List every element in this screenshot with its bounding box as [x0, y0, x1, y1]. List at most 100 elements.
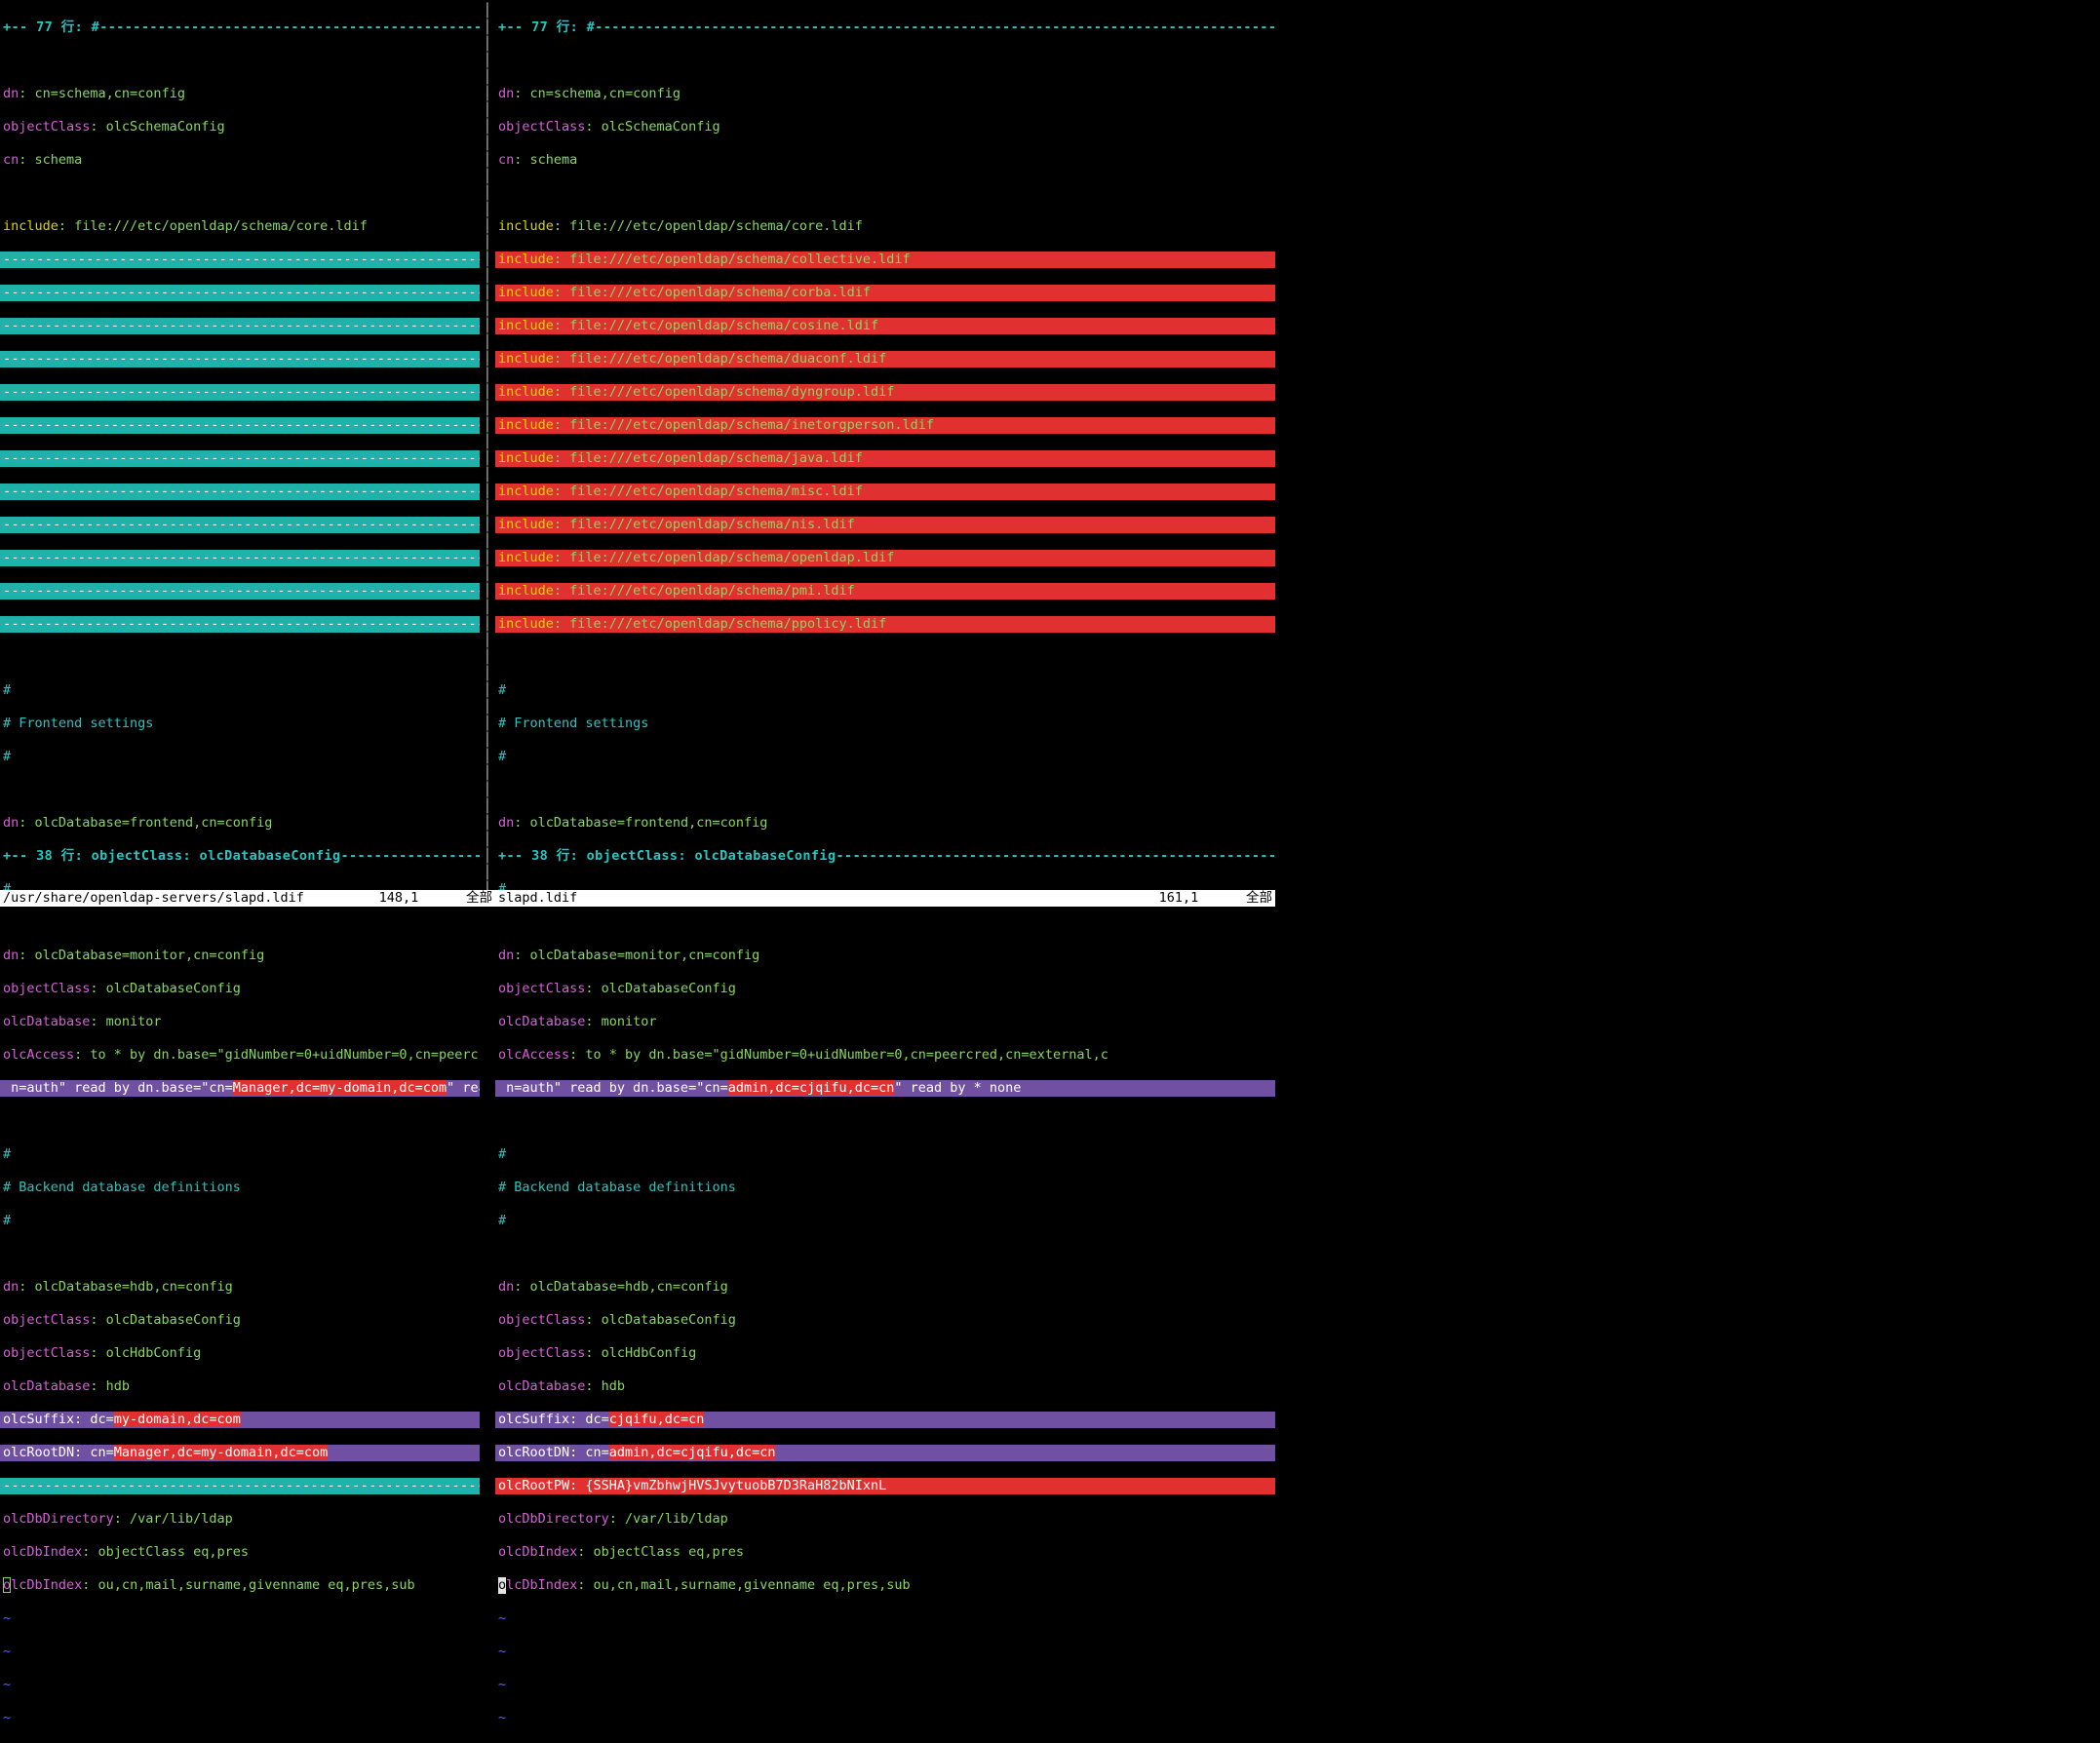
comment-line: #: [495, 749, 1275, 765]
status-line-left: /usr/share/openldap-servers/slapd.ldif 1…: [0, 890, 495, 907]
diff-added-line: include: file:///etc/openldap/schema/mis…: [495, 484, 1275, 500]
config-line: cn: schema: [0, 152, 480, 169]
comment-line: #: [0, 682, 480, 699]
config-line: olcAccess: to * by dn.base="gidNumber=0+…: [495, 1047, 1275, 1064]
diff-added-line: include: file:///etc/openldap/schema/pmi…: [495, 583, 1275, 600]
config-line: objectClass: olcHdbConfig: [495, 1345, 1275, 1362]
config-line: dn: cn=schema,cn=config: [0, 86, 480, 102]
comment-line: # Frontend settings: [495, 716, 1275, 732]
blank-line: [495, 1246, 1275, 1262]
config-line: olcDbDirectory: /var/lib/ldap: [0, 1511, 480, 1528]
eof-tilde: ~: [0, 1610, 480, 1627]
blank-line: [0, 649, 480, 666]
fold-header[interactable]: +-- 38 行: objectClass: olcDatabaseConfig…: [0, 848, 480, 865]
config-line: olcDbIndex: objectClass eq,pres: [495, 1544, 1275, 1561]
eof-tilde: ~: [0, 1644, 480, 1660]
eof-tilde: ~: [495, 1644, 1275, 1660]
eof-tilde: ~: [0, 1677, 480, 1693]
vertical-split-divider[interactable]: │ │ │ │ │ │ │ │ │ │ │ │ │ │ │ │ │ │ │ │ …: [480, 0, 495, 890]
config-line: olcDatabase: monitor: [495, 1014, 1275, 1030]
diff-added-line: include: file:///etc/openldap/schema/cor…: [495, 285, 1275, 301]
config-line: olcAccess: to * by dn.base="gidNumber=0+…: [0, 1047, 480, 1064]
comment-line: #: [0, 1213, 480, 1229]
diff-changed-line: olcRootDN: cn=Manager,dc=my-domain,dc=co…: [0, 1445, 480, 1461]
eof-tilde: ~: [495, 1677, 1275, 1693]
diff-added-line: include: file:///etc/openldap/schema/jav…: [495, 450, 1275, 467]
include-line: include: file:///etc/openldap/schema/cor…: [0, 218, 480, 235]
blank-line: [495, 914, 1275, 931]
scroll-pct-left: 全部: [466, 890, 492, 907]
config-line: dn: olcDatabase=monitor,cn=config: [0, 948, 480, 964]
diff-changed-line: olcSuffix: dc=cjqifu,dc=cn: [495, 1412, 1275, 1428]
blank-line: [0, 914, 480, 931]
status-line-right: slapd.ldif 161,1 全部: [495, 890, 1275, 907]
config-line: dn: olcDatabase=monitor,cn=config: [495, 948, 1275, 964]
diff-added-line: include: file:///etc/openldap/schema/dua…: [495, 351, 1275, 368]
comment-line: #: [0, 749, 480, 765]
config-line: olcDbIndex: ou,cn,mail,surname,givenname…: [0, 1577, 480, 1594]
blank-line: [0, 1246, 480, 1262]
comment-line: #: [0, 1146, 480, 1163]
config-line: objectClass: olcDatabaseConfig: [495, 1312, 1275, 1329]
diff-missing-line: ----------------------------------------…: [0, 583, 480, 600]
diff-added-line: include: file:///etc/openldap/schema/dyn…: [495, 384, 1275, 401]
diff-added-line: include: file:///etc/openldap/schema/cos…: [495, 318, 1275, 334]
diff-missing-line: ----------------------------------------…: [0, 417, 480, 434]
config-line: olcDbDirectory: /var/lib/ldap: [495, 1511, 1275, 1528]
comment-line: #: [495, 1213, 1275, 1229]
cursor-position-right: 161,1: [1159, 890, 1199, 907]
config-line: dn: olcDatabase=hdb,cn=config: [495, 1279, 1275, 1296]
diff-missing-line: ----------------------------------------…: [0, 318, 480, 334]
comment-line: # Frontend settings: [0, 716, 480, 732]
blank-line: [495, 782, 1275, 798]
diff-right-pane[interactable]: +-- 77 行: #-----------------------------…: [495, 0, 1275, 1743]
diff-missing-line: ----------------------------------------…: [0, 285, 480, 301]
config-line: olcDbIndex: ou,cn,mail,surname,givenname…: [495, 1577, 1275, 1594]
cursor-position-left: 148,1: [379, 890, 419, 907]
blank-line: [495, 53, 1275, 69]
diff-added-line: include: file:///etc/openldap/schema/col…: [495, 252, 1275, 268]
diff-left-pane[interactable]: +-- 77 行: #-----------------------------…: [0, 0, 480, 1743]
filename-left: /usr/share/openldap-servers/slapd.ldif: [3, 890, 304, 907]
fold-header[interactable]: +-- 77 行: #-----------------------------…: [495, 19, 1275, 36]
config-line: cn: schema: [495, 152, 1275, 169]
diff-changed-line: n=auth" read by dn.base="cn=Manager,dc=m…: [0, 1080, 480, 1097]
diff-missing-line: ----------------------------------------…: [0, 484, 480, 500]
include-line: include: file:///etc/openldap/schema/cor…: [495, 218, 1275, 235]
diff-added-line: include: file:///etc/openldap/schema/ine…: [495, 417, 1275, 434]
blank-line: [495, 1113, 1275, 1130]
diff-added-line: include: file:///etc/openldap/schema/ope…: [495, 550, 1275, 566]
blank-line: [0, 185, 480, 202]
diff-missing-line: ----------------------------------------…: [0, 351, 480, 368]
diff-changed-line: olcRootDN: cn=admin,dc=cjqifu,dc=cn: [495, 1445, 1275, 1461]
eof-tilde: ~: [0, 1710, 480, 1726]
diff-changed-line: n=auth" read by dn.base="cn=admin,dc=cjq…: [495, 1080, 1275, 1097]
config-line: objectClass: olcSchemaConfig: [0, 119, 480, 136]
blank-line: [0, 1113, 480, 1130]
diff-missing-line: ----------------------------------------…: [0, 550, 480, 566]
config-line: objectClass: olcDatabaseConfig: [495, 981, 1275, 997]
config-line: olcDatabase: monitor: [0, 1014, 480, 1030]
fold-header[interactable]: +-- 77 行: #-----------------------------…: [0, 19, 480, 36]
blank-line: [495, 185, 1275, 202]
config-line: olcDatabase: hdb: [0, 1378, 480, 1395]
diff-missing-line: ----------------------------------------…: [0, 1478, 480, 1494]
eof-tilde: ~: [495, 1610, 1275, 1627]
diff-missing-line: ----------------------------------------…: [0, 384, 480, 401]
diff-added-line: include: file:///etc/openldap/schema/nis…: [495, 517, 1275, 533]
config-line: dn: olcDatabase=hdb,cn=config: [0, 1279, 480, 1296]
comment-line: # Backend database definitions: [495, 1180, 1275, 1196]
config-line: dn: olcDatabase=frontend,cn=config: [0, 815, 480, 832]
config-line: objectClass: olcDatabaseConfig: [0, 1312, 480, 1329]
blank-line: [495, 649, 1275, 666]
config-line: dn: olcDatabase=frontend,cn=config: [495, 815, 1275, 832]
diff-missing-line: ----------------------------------------…: [0, 252, 480, 268]
diff-added-line: include: file:///etc/openldap/schema/ppo…: [495, 616, 1275, 633]
comment-line: # Backend database definitions: [0, 1180, 480, 1196]
config-line: dn: cn=schema,cn=config: [495, 86, 1275, 102]
eof-tilde: ~: [495, 1710, 1275, 1726]
diff-added-line: olcRootPW: {SSHA}vmZbhwjHVSJvytuobB7D3Ra…: [495, 1478, 1275, 1494]
fold-header[interactable]: +-- 38 行: objectClass: olcDatabaseConfig…: [495, 848, 1275, 865]
diff-missing-line: ----------------------------------------…: [0, 517, 480, 533]
comment-line: #: [495, 682, 1275, 699]
